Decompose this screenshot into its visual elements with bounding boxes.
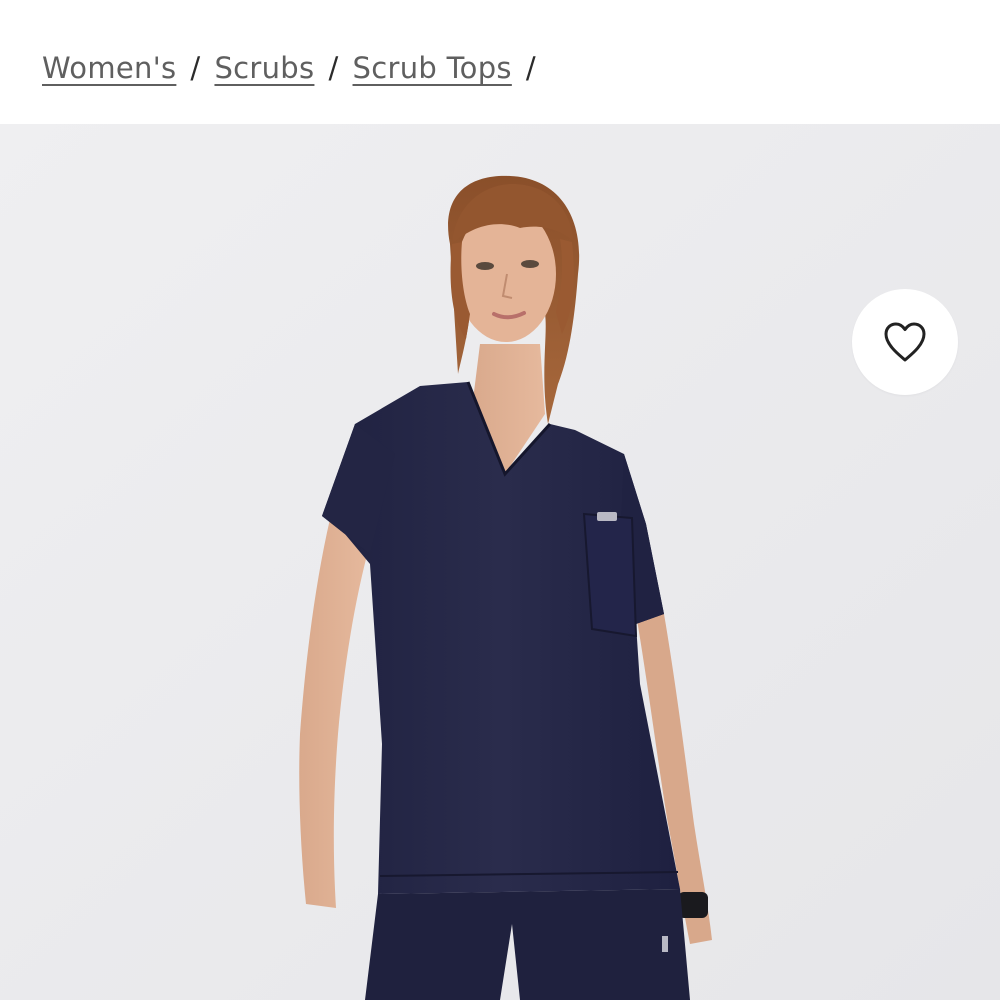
- breadcrumb: Women's / Scrubs / Scrub Tops /: [42, 46, 536, 90]
- chest-pocket: [582, 512, 638, 638]
- product-page: Women's / Scrubs / Scrub Tops /: [0, 0, 1000, 1000]
- product-image[interactable]: [0, 124, 1000, 1000]
- scrub-pants: [365, 889, 690, 1000]
- breadcrumb-link-scrubs[interactable]: Scrubs: [214, 51, 314, 85]
- breadcrumb-separator: /: [525, 51, 536, 85]
- breadcrumb-link-womens[interactable]: Women's: [42, 51, 176, 85]
- breadcrumb-separator: /: [328, 51, 339, 85]
- brand-tag: [597, 512, 617, 521]
- favorite-button[interactable]: [852, 289, 958, 395]
- breadcrumb-link-scrub-tops[interactable]: Scrub Tops: [353, 51, 512, 85]
- model-photo: [0, 124, 1000, 1000]
- breadcrumb-separator: /: [190, 51, 201, 85]
- watch: [678, 892, 708, 918]
- heart-outline-icon: [884, 322, 926, 362]
